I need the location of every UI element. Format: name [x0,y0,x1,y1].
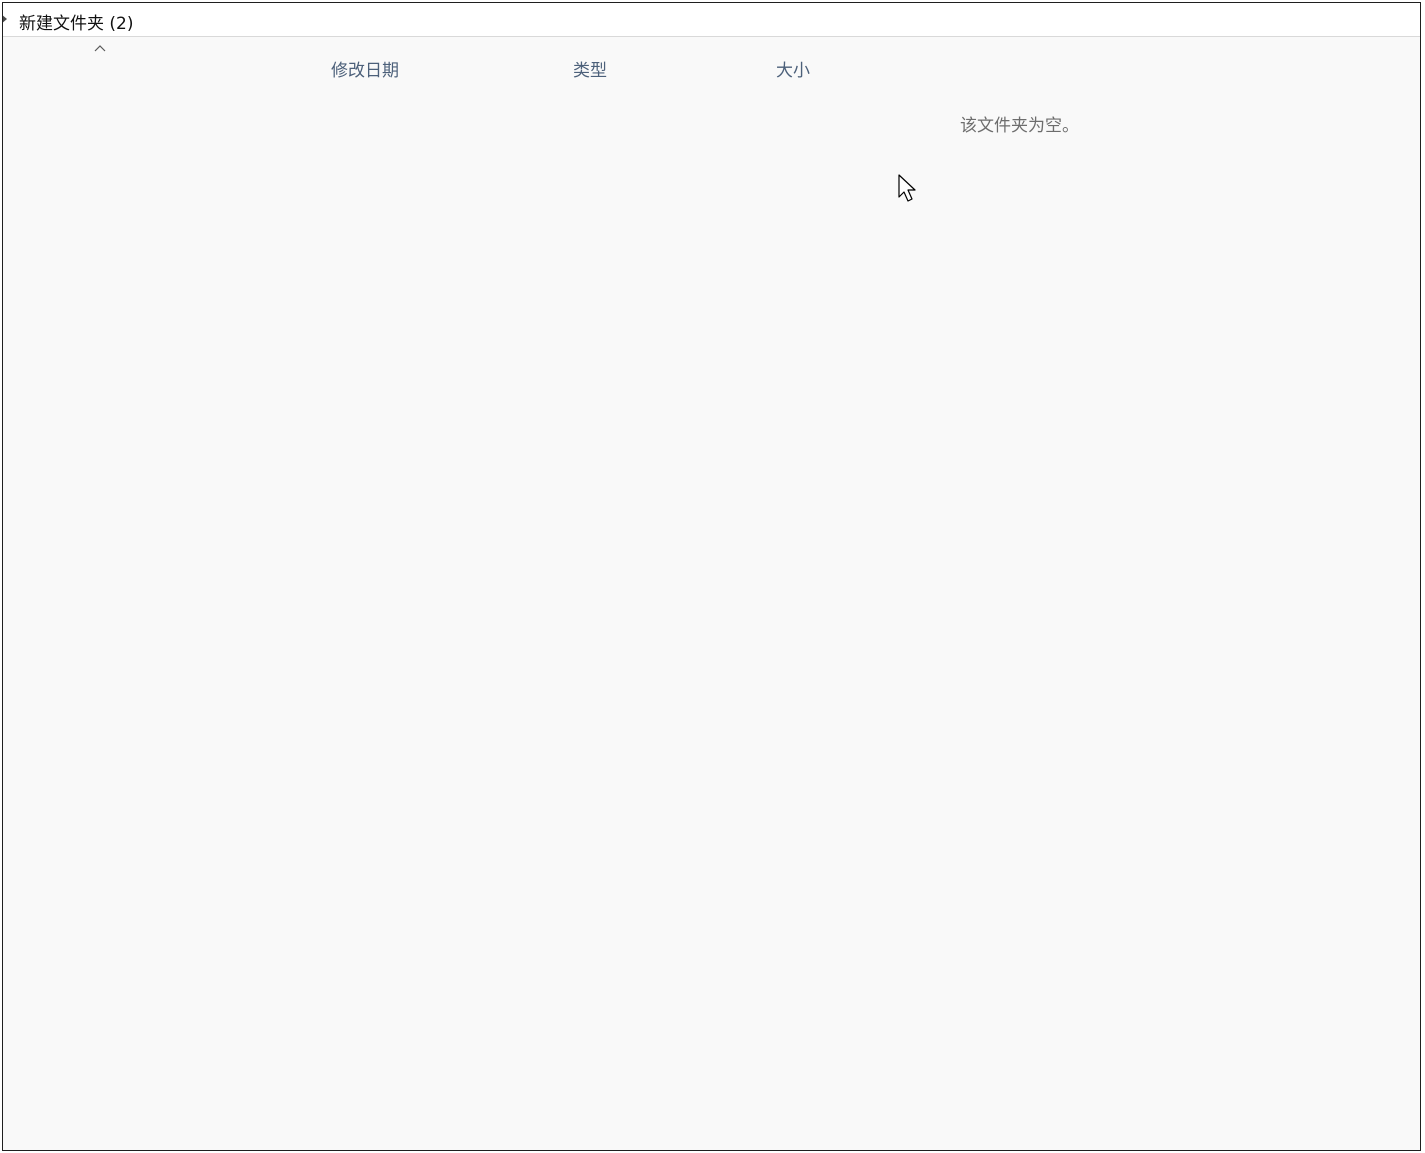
chevron-right-icon[interactable] [3,14,7,24]
folder-title: 新建文件夹 (2) [19,14,134,34]
column-header-size[interactable]: 大小 [776,56,810,81]
column-header-type[interactable]: 类型 [573,56,607,81]
mouse-pointer-icon [898,174,916,202]
column-header-date-modified[interactable]: 修改日期 [331,56,399,81]
folder-title-bar: 新建文件夹 (2) [3,3,1420,37]
explorer-window: 新建文件夹 (2) 修改日期 类型 大小 该文件夹为空。 [2,2,1421,1151]
caret-up-icon [94,45,106,52]
empty-folder-message: 该文件夹为空。 [960,116,1079,136]
